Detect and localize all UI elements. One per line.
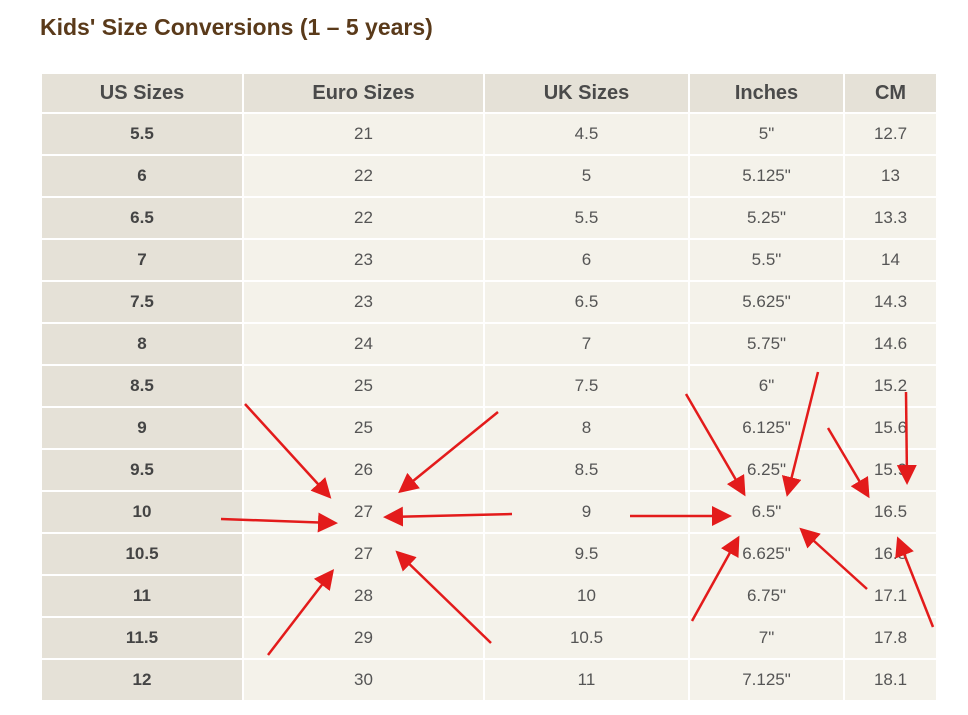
uk-size-cell: 6: [483, 238, 690, 282]
table-row: 6 22 5 5.125" 13: [40, 154, 938, 198]
euro-size-cell: 21: [242, 112, 485, 156]
us-size-cell: 9.5: [40, 448, 244, 492]
column-header-uk: UK Sizes: [483, 72, 690, 114]
table-row: 8 24 7 5.75" 14.6: [40, 322, 938, 366]
inches-cell: 7.125": [688, 658, 845, 702]
us-size-cell: 6.5: [40, 196, 244, 240]
cm-cell: 16.8: [843, 532, 938, 576]
table-row: 12 30 11 7.125" 18.1: [40, 658, 938, 702]
euro-size-cell: 22: [242, 154, 485, 198]
us-size-cell: 10: [40, 490, 244, 534]
uk-size-cell: 6.5: [483, 280, 690, 324]
us-size-cell: 11: [40, 574, 244, 618]
euro-size-cell: 22: [242, 196, 485, 240]
uk-size-cell: 8: [483, 406, 690, 450]
inches-cell: 5.125": [688, 154, 845, 198]
inches-cell: 6.625": [688, 532, 845, 576]
inches-cell: 6.75": [688, 574, 845, 618]
inches-cell: 6.5": [688, 490, 845, 534]
euro-size-cell: 30: [242, 658, 485, 702]
header-row: US Sizes Euro Sizes UK Sizes Inches CM: [40, 72, 938, 114]
us-size-cell: 7.5: [40, 280, 244, 324]
euro-size-cell: 24: [242, 322, 485, 366]
table-row: 7 23 6 5.5" 14: [40, 238, 938, 282]
uk-size-cell: 10: [483, 574, 690, 618]
table-row: 6.5 22 5.5 5.25" 13.3: [40, 196, 938, 240]
column-header-inches: Inches: [688, 72, 845, 114]
us-size-cell: 6: [40, 154, 244, 198]
inches-cell: 5.75": [688, 322, 845, 366]
uk-size-cell: 5: [483, 154, 690, 198]
euro-size-cell: 25: [242, 406, 485, 450]
us-size-cell: 9: [40, 406, 244, 450]
uk-size-cell: 8.5: [483, 448, 690, 492]
inches-cell: 5.25": [688, 196, 845, 240]
uk-size-cell: 9: [483, 490, 690, 534]
cm-cell: 13: [843, 154, 938, 198]
table-row: 5.5 21 4.5 5" 12.7: [40, 112, 938, 156]
size-conversion-table: US Sizes Euro Sizes UK Sizes Inches CM 5…: [40, 72, 938, 702]
uk-size-cell: 5.5: [483, 196, 690, 240]
cm-cell: 15.9: [843, 448, 938, 492]
cm-cell: 12.7: [843, 112, 938, 156]
cm-cell: 15.2: [843, 364, 938, 408]
uk-size-cell: 11: [483, 658, 690, 702]
us-size-cell: 8: [40, 322, 244, 366]
euro-size-cell: 23: [242, 280, 485, 324]
table-row: 11 28 10 6.75" 17.1: [40, 574, 938, 618]
euro-size-cell: 29: [242, 616, 485, 660]
cm-cell: 16.5: [843, 490, 938, 534]
inches-cell: 5": [688, 112, 845, 156]
cm-cell: 18.1: [843, 658, 938, 702]
inches-cell: 7": [688, 616, 845, 660]
column-header-euro: Euro Sizes: [242, 72, 485, 114]
table-row: 10.5 27 9.5 6.625" 16.8: [40, 532, 938, 576]
cm-cell: 17.1: [843, 574, 938, 618]
uk-size-cell: 4.5: [483, 112, 690, 156]
euro-size-cell: 26: [242, 448, 485, 492]
column-header-us: US Sizes: [40, 72, 244, 114]
cm-cell: 14: [843, 238, 938, 282]
uk-size-cell: 7.5: [483, 364, 690, 408]
euro-size-cell: 27: [242, 532, 485, 576]
column-header-cm: CM: [843, 72, 938, 114]
cm-cell: 15.6: [843, 406, 938, 450]
uk-size-cell: 9.5: [483, 532, 690, 576]
us-size-cell: 11.5: [40, 616, 244, 660]
inches-cell: 6": [688, 364, 845, 408]
table-row-highlighted: 10 27 9 6.5" 16.5: [40, 490, 938, 534]
euro-size-cell: 23: [242, 238, 485, 282]
cm-cell: 14.3: [843, 280, 938, 324]
inches-cell: 5.625": [688, 280, 845, 324]
inches-cell: 6.125": [688, 406, 845, 450]
cm-cell: 14.6: [843, 322, 938, 366]
euro-size-cell: 28: [242, 574, 485, 618]
inches-cell: 5.5": [688, 238, 845, 282]
uk-size-cell: 10.5: [483, 616, 690, 660]
inches-cell: 6.25": [688, 448, 845, 492]
us-size-cell: 8.5: [40, 364, 244, 408]
uk-size-cell: 7: [483, 322, 690, 366]
page-title: Kids' Size Conversions (1 – 5 years): [40, 14, 433, 40]
table-row: 11.5 29 10.5 7" 17.8: [40, 616, 938, 660]
cm-cell: 13.3: [843, 196, 938, 240]
table-row: 9.5 26 8.5 6.25" 15.9: [40, 448, 938, 492]
table-row: 7.5 23 6.5 5.625" 14.3: [40, 280, 938, 324]
us-size-cell: 7: [40, 238, 244, 282]
euro-size-cell: 25: [242, 364, 485, 408]
us-size-cell: 12: [40, 658, 244, 702]
euro-size-cell: 27: [242, 490, 485, 534]
us-size-cell: 10.5: [40, 532, 244, 576]
cm-cell: 17.8: [843, 616, 938, 660]
us-size-cell: 5.5: [40, 112, 244, 156]
table-row: 9 25 8 6.125" 15.6: [40, 406, 938, 450]
table-row: 8.5 25 7.5 6" 15.2: [40, 364, 938, 408]
